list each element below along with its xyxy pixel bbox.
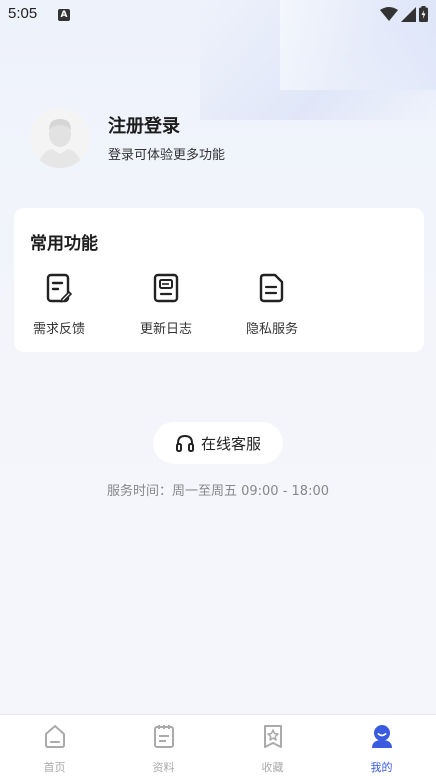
update-log-icon <box>153 273 179 303</box>
nav-label: 首页 <box>43 761 66 774</box>
nav-item-favorites[interactable]: 收藏 <box>218 723 327 775</box>
notification-icon: A <box>58 9 70 21</box>
func-label: 更新日志 <box>139 322 192 337</box>
common-functions-card: 常用功能 需求反馈 更新日志 隐私服务 <box>14 208 424 352</box>
service-hours: 服务时间：周一至周五 09:00 - 18:00 <box>106 484 330 499</box>
avatar[interactable] <box>30 108 90 168</box>
nav-label: 资料 <box>152 761 175 774</box>
profile-section[interactable]: 注册登录 登录可体验更多功能 <box>30 108 410 170</box>
signal-icon <box>401 6 416 22</box>
func-item-privacy[interactable]: 隐私服务 <box>227 272 317 337</box>
card-title: 常用功能 <box>30 234 98 254</box>
bottom-nav: 首页 资料 收藏 我的 <box>0 714 436 776</box>
feedback-icon <box>46 273 73 303</box>
home-icon <box>44 725 65 748</box>
profile-icon <box>371 725 392 748</box>
wifi-icon <box>380 6 398 21</box>
battery-icon <box>419 6 428 22</box>
func-item-feedback[interactable]: 需求反馈 <box>14 272 104 337</box>
status-bar: 5:05 A <box>0 0 436 30</box>
nav-label: 收藏 <box>261 761 284 774</box>
documents-icon <box>153 725 174 748</box>
favorites-icon <box>263 725 282 748</box>
nav-item-documents[interactable]: 资料 <box>109 723 218 775</box>
privacy-icon <box>259 273 284 303</box>
func-label: 需求反馈 <box>32 322 85 337</box>
online-service-button[interactable]: 在线客服 <box>153 422 283 464</box>
nav-label: 我的 <box>370 761 393 774</box>
online-service-label: 在线客服 <box>200 434 261 453</box>
default-avatar-icon <box>30 108 90 168</box>
func-label: 隐私服务 <box>245 322 298 337</box>
login-subtitle: 登录可体验更多功能 <box>108 148 226 163</box>
nav-item-profile[interactable]: 我的 <box>327 723 436 775</box>
nav-item-home[interactable]: 首页 <box>0 723 109 775</box>
func-item-update-log[interactable]: 更新日志 <box>121 272 211 337</box>
headset-icon <box>175 434 194 452</box>
status-icons <box>380 6 428 22</box>
login-title[interactable]: 注册登录 <box>108 112 180 138</box>
status-time: 5:05 <box>8 5 38 22</box>
